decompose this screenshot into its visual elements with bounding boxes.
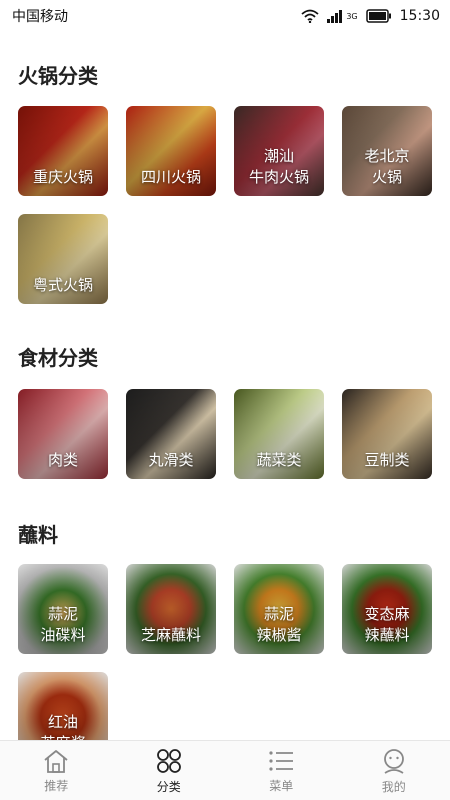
- category-tile[interactable]: 老北京 火锅: [342, 106, 432, 196]
- section-title-ingredients: 食材分类: [18, 346, 98, 370]
- category-tile-label: 变态麻 辣蘸料: [364, 605, 410, 644]
- category-tile[interactable]: 重庆火锅: [18, 106, 108, 196]
- hotpot-grid: 重庆火锅 四川火锅 潮汕 牛肉火锅 老北京 火锅粤式火锅: [18, 106, 434, 304]
- category-tile-label: 丸滑类: [148, 451, 194, 469]
- bottom-tab-bar: 推荐 分类 菜单 我的: [0, 740, 450, 800]
- category-tile[interactable]: 丸滑类: [126, 389, 216, 479]
- category-tile[interactable]: 粤式火锅: [18, 214, 108, 304]
- category-tile-label: 老北京 火锅: [364, 147, 410, 186]
- battery-icon: [365, 9, 392, 23]
- category-tile-label: 蒜泥 辣椒酱: [256, 605, 302, 644]
- category-tile[interactable]: 蒜泥 辣椒酱: [234, 564, 324, 654]
- category-tile-label: 粤式火锅: [32, 276, 93, 294]
- tab-menu[interactable]: 菜单: [225, 741, 338, 800]
- category-tile[interactable]: 四川火锅: [126, 106, 216, 196]
- wifi-icon: [301, 9, 319, 23]
- category-icon: [156, 748, 181, 773]
- category-tile[interactable]: 芝麻蘸料: [126, 564, 216, 654]
- category-tile-label: 蔬菜类: [256, 451, 302, 469]
- category-tile-label: 重庆火锅: [32, 168, 93, 186]
- clock: 15:30: [399, 8, 440, 24]
- category-tile[interactable]: 潮汕 牛肉火锅: [234, 106, 324, 196]
- category-tile[interactable]: 蔬菜类: [234, 389, 324, 479]
- status-icons: 3G 15:30: [301, 8, 440, 24]
- tab-label: 菜单: [269, 778, 294, 793]
- category-tile-label: 红油 芝麻酱: [40, 713, 85, 740]
- tab-profile[interactable]: 我的: [338, 741, 450, 800]
- tab-label: 我的: [381, 779, 406, 794]
- carrier-label: 中国移动: [12, 9, 68, 25]
- category-tile-label: 四川火锅: [140, 168, 201, 186]
- category-tile-label: 潮汕 牛肉火锅: [248, 147, 309, 186]
- category-tile-label: 豆制类: [364, 451, 410, 469]
- category-tile[interactable]: 红油 芝麻酱: [18, 672, 108, 740]
- category-tile[interactable]: 肉类: [18, 389, 108, 479]
- sauces-grid: 蒜泥 油碟料芝麻蘸料 蒜泥 辣椒酱 变态麻 辣蘸料红油 芝麻酱: [18, 564, 434, 740]
- signal-icon: 3G: [327, 9, 358, 23]
- tab-label: 推荐: [44, 778, 69, 793]
- section-title-sauces: 蘸料: [18, 523, 58, 547]
- tab-category[interactable]: 分类: [113, 741, 226, 800]
- list-icon: [269, 750, 294, 771]
- section-title-hotpot: 火锅分类: [18, 64, 98, 88]
- category-tile[interactable]: 变态麻 辣蘸料: [342, 564, 432, 654]
- home-icon: [44, 749, 68, 773]
- category-tile[interactable]: 蒜泥 油碟料: [18, 564, 108, 654]
- profile-icon: [383, 748, 404, 774]
- category-tile-label: 芝麻蘸料: [140, 626, 201, 644]
- ingredients-grid: 肉类 丸滑类 蔬菜类 豆制类: [18, 389, 434, 479]
- tab-recommend[interactable]: 推荐: [0, 741, 113, 800]
- category-tile-label: 肉类: [47, 451, 78, 469]
- network-type: 3G: [346, 11, 358, 21]
- tab-label: 分类: [156, 779, 181, 794]
- category-content[interactable]: 火锅分类 重庆火锅 四川火锅 潮汕 牛肉火锅 老北京 火锅粤式火锅 食材分类 肉类 丸滑…: [0, 32, 450, 740]
- status-bar: 中国移动 3G 15:30: [0, 0, 450, 32]
- category-tile-label: 蒜泥 油碟料: [40, 605, 86, 644]
- category-tile[interactable]: 豆制类: [342, 389, 432, 479]
